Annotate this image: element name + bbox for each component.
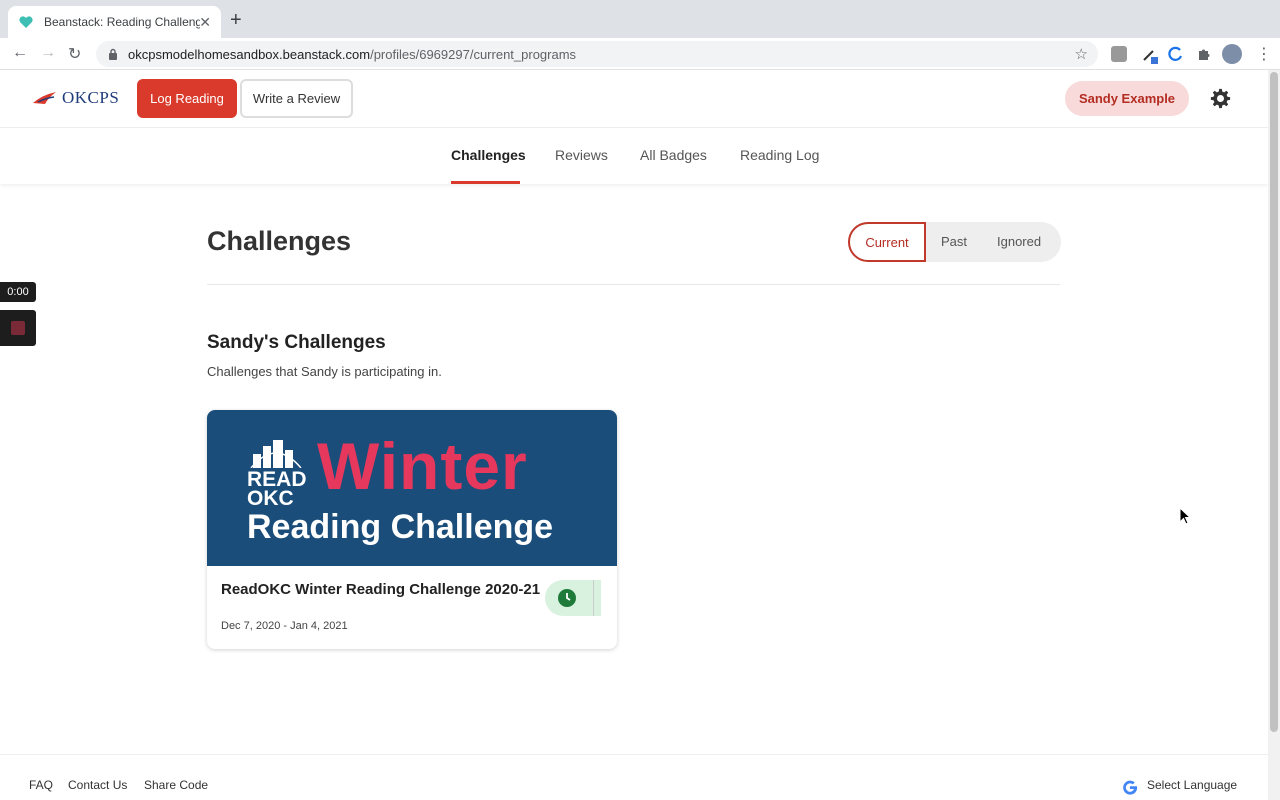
sub-navigation: Challenges Reviews All Badges Reading Lo… [0, 128, 1268, 184]
active-tab-indicator [451, 181, 520, 184]
clock-icon [558, 589, 576, 607]
tab-challenges[interactable]: Challenges [451, 147, 526, 163]
banner-reading-challenge-text: Reading Challenge [247, 508, 554, 546]
contact-us-link[interactable]: Contact Us [68, 778, 127, 792]
faq-link[interactable]: FAQ [29, 778, 53, 792]
extension-icon[interactable] [1111, 46, 1127, 62]
filter-ignored[interactable]: Ignored [997, 234, 1041, 249]
select-language-link[interactable]: Select Language [1147, 778, 1237, 792]
lock-icon [109, 48, 117, 60]
browser-tab[interactable]: Beanstack: Reading Challenge ✕ [8, 6, 221, 38]
address-bar[interactable]: okcpsmodelhomesandbox.beanstack.com/prof… [96, 41, 1098, 67]
browser-menu-icon[interactable]: ⋮ [1256, 44, 1272, 64]
gear-icon[interactable] [1210, 88, 1231, 109]
in-progress-badge [545, 580, 601, 616]
challenge-filter: Current Past Ignored [848, 222, 1061, 262]
heart-favicon-icon [18, 14, 34, 30]
stop-icon [11, 321, 25, 335]
challenge-card[interactable]: READ OKC Winter Reading Challenge ReadOK… [207, 410, 617, 649]
skyline-icon [250, 440, 302, 468]
url-text: okcpsmodelhomesandbox.beanstack.com/prof… [128, 46, 577, 62]
page-title: Challenges [207, 226, 352, 256]
banner-okc-text: OKC [247, 487, 294, 510]
scrollbar-thumb[interactable] [1270, 72, 1278, 732]
filter-past[interactable]: Past [941, 234, 967, 249]
recording-timer: 0:00 [0, 282, 36, 302]
forward-icon[interactable]: → [40, 44, 56, 62]
browser-toolbar: ← → ↻ okcpsmodelhomesandbox.beanstack.co… [0, 38, 1280, 70]
challenge-dates: Dec 7, 2020 - Jan 4, 2021 [221, 620, 348, 632]
tab-all-badges[interactable]: All Badges [640, 147, 707, 163]
mouse-cursor-icon [1179, 507, 1191, 525]
reload-icon[interactable]: ↻ [68, 44, 81, 64]
log-reading-button[interactable]: Log Reading [137, 79, 237, 118]
section-subtitle: Challenges that Sandy is participating i… [207, 364, 442, 379]
banner-winter-text: Winter [317, 429, 528, 503]
section-title: Sandy's Challenges [207, 332, 386, 353]
share-code-link[interactable]: Share Code [144, 778, 208, 792]
new-tab-icon[interactable]: + [230, 10, 242, 30]
tab-title: Beanstack: Reading Challenge [44, 15, 200, 29]
footer: FAQ Contact Us Share Code Select Languag… [0, 754, 1268, 800]
stop-recording-button[interactable] [0, 310, 36, 346]
bird-logo-icon [33, 92, 56, 104]
profile-avatar[interactable] [1222, 44, 1242, 64]
filter-current[interactable]: Current [848, 222, 926, 262]
bookmark-star-icon[interactable]: ☆ [1075, 45, 1088, 63]
site-header: OKCPS Log Reading Write a Review Sandy E… [0, 70, 1268, 128]
write-review-button[interactable]: Write a Review [240, 79, 353, 118]
tab-reviews[interactable]: Reviews [555, 147, 608, 163]
tab-reading-log[interactable]: Reading Log [740, 147, 819, 163]
challenge-title[interactable]: ReadOKC Winter Reading Challenge 2020-21 [221, 581, 541, 599]
user-profile-button[interactable]: Sandy Example [1065, 81, 1189, 116]
challenge-banner-image: READ OKC Winter Reading Challenge [207, 410, 617, 566]
pen-extension-icon[interactable] [1141, 46, 1158, 64]
tab-close-icon[interactable]: ✕ [199, 14, 211, 31]
google-icon [1123, 780, 1138, 795]
puzzle-extensions-icon[interactable] [1196, 46, 1212, 62]
back-icon[interactable]: ← [12, 44, 28, 62]
browser-tabstrip: Beanstack: Reading Challenge ✕ + [0, 0, 1280, 38]
refresh-extension-icon[interactable] [1168, 46, 1184, 62]
okcps-logo[interactable]: OKCPS [32, 88, 119, 108]
page-scrollbar[interactable] [1268, 70, 1280, 800]
divider [207, 284, 1060, 285]
